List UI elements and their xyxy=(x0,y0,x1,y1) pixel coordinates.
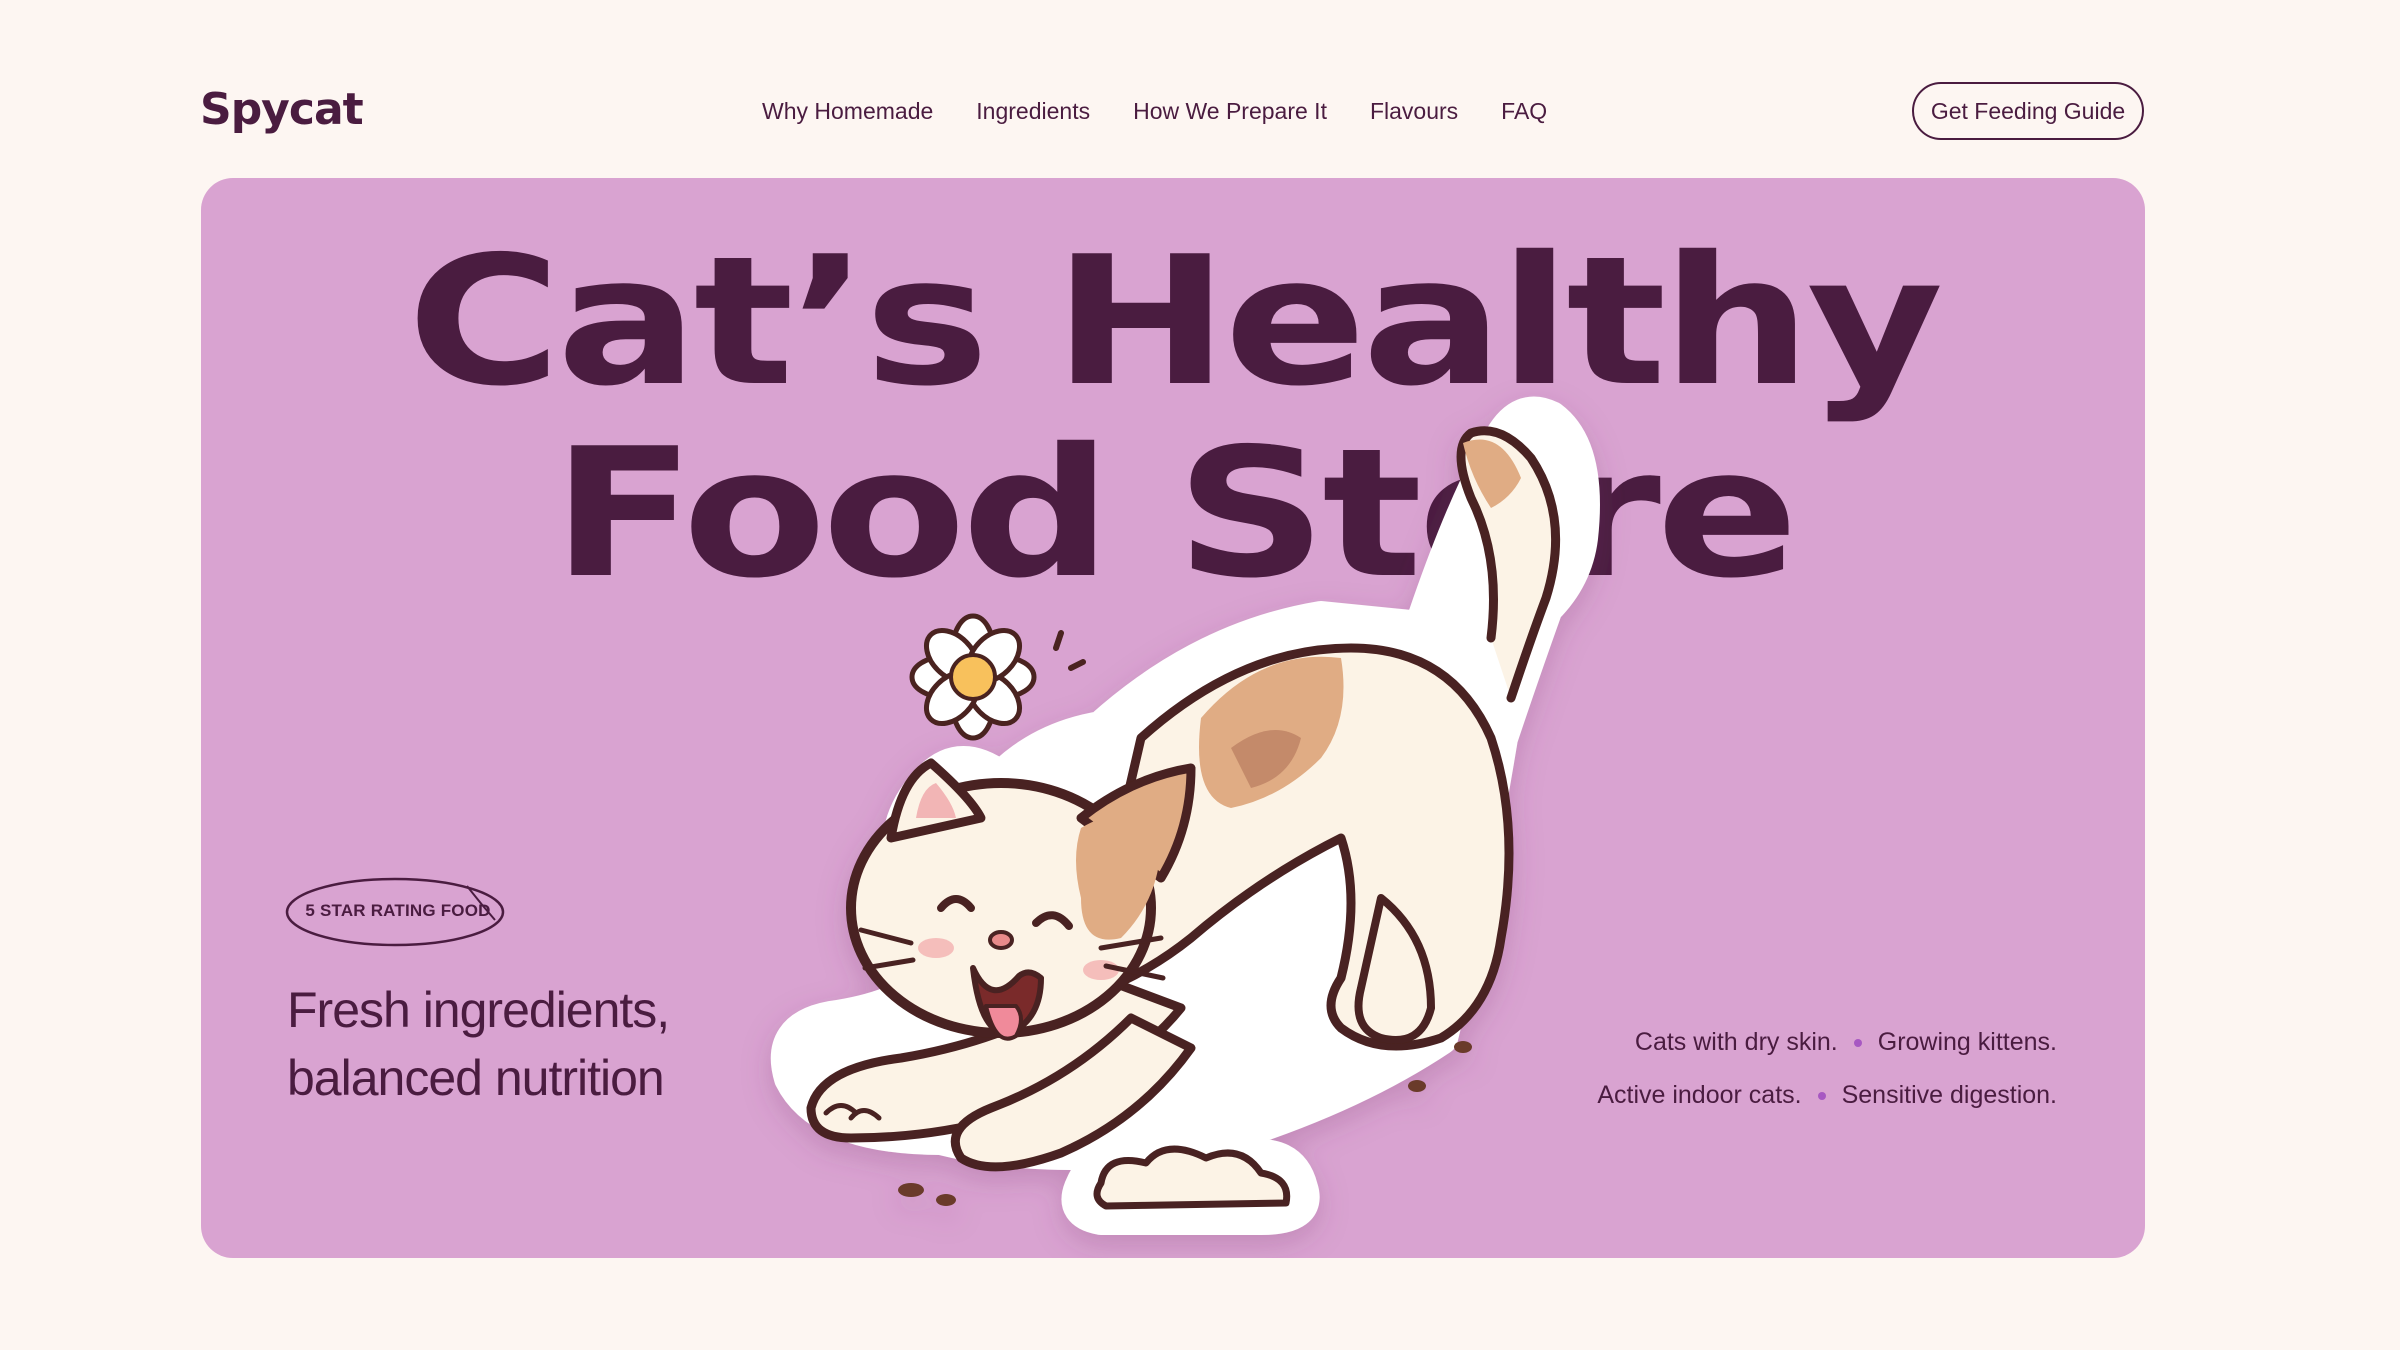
happy-cat-illustration xyxy=(770,396,1600,1235)
main-nav: Why Homemade Ingredients How We Prepare … xyxy=(762,98,1547,125)
nav-item-ingredients[interactable]: Ingredients xyxy=(976,98,1090,125)
brand-logo[interactable]: Spycat xyxy=(200,84,364,135)
nav-item-why-homemade[interactable]: Why Homemade xyxy=(762,98,933,125)
hero-card: Cat’s Healthy Food Store 5 STAR RATING F… xyxy=(201,178,2145,1258)
nav-item-flavours[interactable]: Flavours xyxy=(1370,98,1458,125)
flower-icon xyxy=(909,613,1086,741)
nav-item-faq[interactable]: FAQ xyxy=(1501,98,1547,125)
nav-item-how-we-prepare[interactable]: How We Prepare It xyxy=(1133,98,1327,125)
get-feeding-guide-button[interactable]: Get Feeding Guide xyxy=(1912,82,2144,140)
